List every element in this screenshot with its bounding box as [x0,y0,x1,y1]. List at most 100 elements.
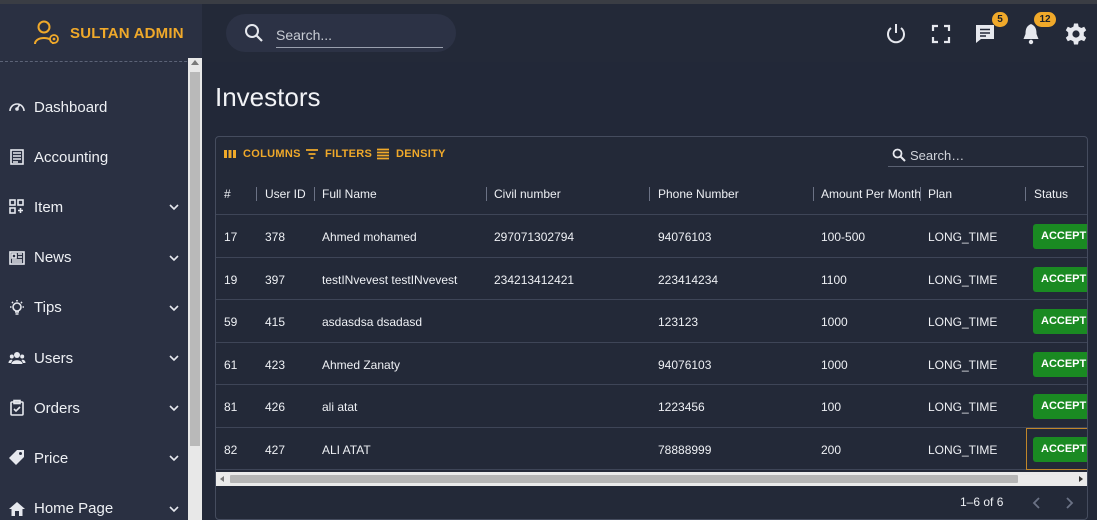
brand[interactable]: SULTAN ADMIN [0,4,202,62]
column-header-phone-number[interactable]: Phone Number [658,187,739,201]
sidebar-item-item[interactable]: Item [0,182,188,232]
sidebar-divider [0,61,202,62]
cell-full-name: asdasdsa dsadasd [322,315,423,329]
grid-toolbar: COLUMNS FILTERS DENSITY [216,137,1087,173]
column-header-civil-number[interactable]: Civil number [494,187,561,201]
grid-horizontal-scrollbar[interactable] [216,472,1087,486]
grid-icon [9,199,24,215]
cell-user-id: 378 [265,230,286,244]
chat-icon[interactable] [973,22,997,46]
cell-plan: LONG_TIME [928,400,998,414]
column-separator[interactable] [813,187,814,201]
grid-search-input[interactable] [910,145,1080,165]
column-header-amount-per-month[interactable]: Amount Per Month [821,187,921,201]
table-row[interactable]: 19 397 testINvevest testINvevest 2342134… [216,258,1087,300]
cell-phone-number: 94076103 [658,230,712,244]
search-icon [892,148,906,162]
cell-plan: LONG_TIME [928,230,998,244]
cell-full-name: ali atat [322,400,358,414]
bulb-icon [10,299,24,315]
filters-button-label: FILTERS [325,148,373,160]
cell-plan: LONG_TIME [928,357,998,372]
grid-scrollbar-thumb[interactable] [230,475,1018,483]
column-separator[interactable] [256,187,257,201]
power-icon[interactable] [884,22,908,46]
status-badge[interactable]: ACCEPTED [1033,309,1087,334]
investors-data-grid: COLUMNS FILTERS DENSITY # User ID Full N… [215,136,1088,520]
next-page-icon[interactable] [1062,496,1076,510]
sidebar-item-users[interactable]: Users [0,333,188,383]
cell-phone-number: 123123 [658,315,699,329]
filters-button[interactable]: FILTERS [305,147,372,161]
table-row[interactable]: 61 423 Ahmed Zanaty 94076103 1000 LONG_T… [216,343,1087,385]
cell-amount: 200 [821,442,842,457]
column-separator[interactable] [486,187,487,201]
table-row[interactable]: 17 378 Ahmed mohamed 297071302794 940761… [216,215,1087,258]
cell-plan: LONG_TIME [928,315,998,329]
fullscreen-icon[interactable] [929,22,953,46]
column-header-full-name[interactable]: Full Name [322,187,377,201]
sidebar-item-news[interactable]: News [0,233,188,283]
tag-icon [9,450,24,466]
sidebar-item-home-page[interactable]: Home Page [0,484,188,520]
column-separator[interactable] [920,187,921,201]
cell-phone-number: 78888999 [658,442,712,457]
previous-page-icon[interactable] [1030,496,1044,510]
top-header: 5 12 [202,4,1097,62]
column-header-status[interactable]: Status [1034,187,1068,201]
column-header-plan[interactable]: Plan [928,187,952,201]
sidebar-item-label: Tips [34,299,62,317]
column-separator[interactable] [649,187,650,201]
status-badge[interactable]: ACCEPTED [1033,266,1087,292]
search-input[interactable] [276,22,443,48]
density-button[interactable]: DENSITY [376,147,446,161]
cell-civil-number: 297071302794 [494,230,575,244]
chevron-down-icon [169,305,179,311]
cell-num: 59 [224,315,238,329]
status-badge[interactable]: ACCEPTED [1033,394,1087,419]
column-header-user-id[interactable]: User ID [265,187,306,201]
column-header-num[interactable]: # [224,187,231,201]
scroll-right-arrow-icon[interactable] [1079,476,1083,482]
status-badge[interactable]: ACCEPTED [1033,224,1087,249]
cell-user-id: 397 [265,272,286,287]
table-row[interactable]: 81 426 ali atat 1223456 100 LONG_TIME AC… [216,385,1087,428]
sidebar-item-price[interactable]: Price [0,433,188,483]
cell-phone-number: 94076103 [658,357,712,372]
status-badge[interactable]: ACCEPTED [1033,436,1087,462]
table-row[interactable]: 82 427 ALI ATAT 78888999 200 LONG_TIME A… [216,427,1087,470]
chevron-down-icon [169,255,179,261]
gear-icon[interactable] [1064,22,1088,46]
sidebar-item-label: Home Page [34,500,114,518]
table-row[interactable]: 59 415 asdasdsa dsadasd 123123 1000 LONG… [216,300,1087,343]
sidebar-item-label: Users [34,349,74,367]
cell-amount: 100 [821,400,842,414]
cell-plan: LONG_TIME [928,272,998,287]
newspaper-icon [9,250,25,265]
home-icon [9,501,25,516]
notification-badge: 12 [1034,12,1056,27]
status-badge[interactable]: ACCEPTED [1033,351,1087,377]
pagination-info: 1–6 of 6 [960,495,1004,509]
columns-button[interactable]: COLUMNS [223,147,301,161]
sidebar-item-dashboard[interactable]: Dashboard [0,82,188,132]
cell-phone-number: 223414234 [658,272,719,287]
sidebar-item-tips[interactable]: Tips [0,283,188,333]
column-separator[interactable] [1025,187,1026,201]
users-icon [8,352,26,365]
sidebar-item-accounting[interactable]: Accounting [0,132,188,182]
cell-user-id: 426 [265,400,286,414]
brand-name: SULTAN ADMIN [70,24,184,42]
scroll-up-arrow-icon[interactable] [191,60,199,65]
scroll-left-arrow-icon[interactable] [220,476,224,482]
column-separator[interactable] [314,187,315,201]
filter-icon [306,149,318,159]
sidebar-scrollbar-thumb[interactable] [190,72,200,446]
cell-civil-number: 234213412421 [494,272,575,287]
cell-user-id: 427 [265,442,286,457]
grid-header-row: # User ID Full Name Civil number Phone N… [216,173,1087,215]
density-button-label: DENSITY [396,148,446,160]
chevron-down-icon [169,506,179,512]
sidebar-item-orders[interactable]: Orders [0,383,188,433]
cell-amount: 1000 [821,357,848,372]
